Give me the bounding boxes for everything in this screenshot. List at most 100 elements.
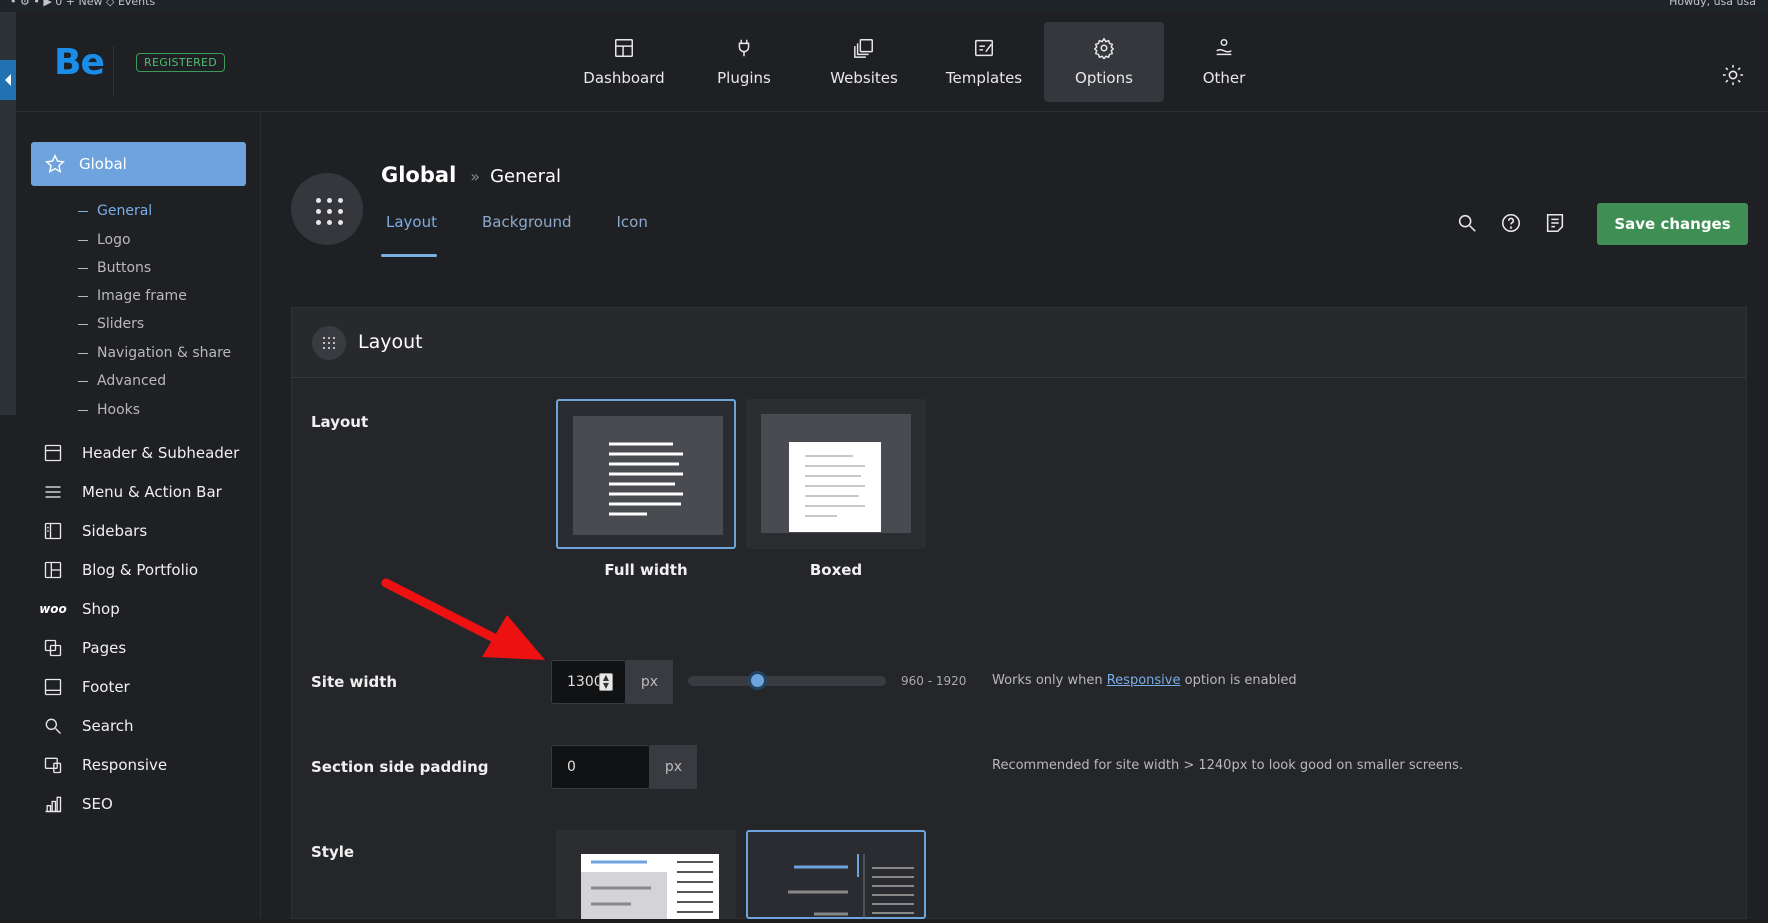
- theme-toggle-sun-icon[interactable]: [1722, 64, 1744, 86]
- layout-option-full-width[interactable]: [556, 399, 736, 549]
- sidebar-item-responsive[interactable]: Responsive: [42, 754, 167, 776]
- style-2-lines-icon: [788, 854, 914, 919]
- wp-admin-bar-left[interactable]: • ⚙ • ▶ 0 + New ◇ Events: [10, 0, 155, 8]
- sub-image-frame-label: Image frame: [97, 288, 187, 304]
- wp-admin-bar-greeting[interactable]: Howdy, usa usa: [1669, 0, 1756, 8]
- breadcrumb-separator: »: [470, 167, 481, 186]
- style-option-2[interactable]: [746, 830, 926, 919]
- save-changes-button[interactable]: Save changes: [1597, 203, 1748, 245]
- section-icon-circle: [291, 173, 363, 245]
- panel-title: Layout: [358, 331, 423, 353]
- main-nav: Dashboard Plugins Websites Templates Opt…: [564, 22, 1284, 102]
- site-width-note-post: option is enabled: [1184, 673, 1297, 688]
- style-option-1[interactable]: [556, 830, 736, 919]
- breadcrumb-current: General: [490, 166, 561, 187]
- menu-icon: [45, 486, 61, 498]
- nav-plugins[interactable]: Plugins: [684, 22, 804, 102]
- panel-header: Layout: [292, 308, 1746, 378]
- sub-sliders-label: Sliders: [97, 316, 145, 332]
- sidebar-item-pages[interactable]: Pages: [42, 637, 126, 659]
- layout-label: Layout: [311, 413, 369, 431]
- sidebar-item-responsive-label: Responsive: [82, 756, 168, 774]
- notes-button[interactable]: [1544, 212, 1566, 234]
- sub-image-frame[interactable]: Image frame: [78, 288, 187, 304]
- nav-dashboard[interactable]: Dashboard: [564, 22, 684, 102]
- sidebar-item-blog[interactable]: Blog & Portfolio: [42, 559, 198, 581]
- help-button[interactable]: [1500, 212, 1522, 234]
- nav-options-label: Options: [1075, 69, 1133, 87]
- sidebar-item-seo[interactable]: SEO: [42, 793, 113, 815]
- nav-options[interactable]: Options: [1044, 22, 1164, 102]
- responsive-icon: [44, 757, 62, 774]
- sub-navigation-share-label: Navigation & share: [97, 345, 232, 361]
- sub-advanced-label: Advanced: [97, 373, 167, 389]
- options-sidebar: Global General Logo Buttons Image frame …: [16, 113, 261, 919]
- sidebar-item-global[interactable]: Global: [31, 142, 246, 186]
- sidebar-item-menu[interactable]: Menu & Action Bar: [42, 481, 222, 503]
- site-width-range: 960 - 1920: [901, 674, 967, 688]
- full-width-preview: [573, 416, 723, 535]
- sub-hooks[interactable]: Hooks: [78, 402, 140, 418]
- blog-portfolio-icon: [44, 561, 62, 579]
- registered-badge: REGISTERED: [136, 53, 226, 72]
- be-logo[interactable]: Be: [54, 42, 105, 83]
- sidebar-item-menu-label: Menu & Action Bar: [82, 483, 222, 501]
- sidebar-item-header[interactable]: Header & Subheader: [42, 442, 239, 464]
- sidebar-item-pages-label: Pages: [82, 639, 127, 657]
- sub-logo[interactable]: Logo: [78, 232, 131, 248]
- section-padding-note: Recommended for site width > 1240px to l…: [992, 758, 1463, 773]
- sidebar-item-global-label: Global: [79, 155, 127, 173]
- sidebar-item-seo-label: SEO: [82, 795, 113, 813]
- site-width-input[interactable]: 1300 ▲ ▼: [551, 660, 626, 704]
- site-width-note: Works only when Responsive option is ena…: [992, 673, 1297, 688]
- style-1-lines-icon: [581, 860, 713, 919]
- sidebar-item-blog-label: Blog & Portfolio: [82, 561, 199, 579]
- nav-other[interactable]: Other: [1164, 22, 1284, 102]
- grid-dots-icon: [316, 198, 343, 225]
- sidebar-item-sidebars[interactable]: Sidebars: [42, 520, 147, 542]
- tab-background[interactable]: Background: [477, 213, 577, 231]
- boxed-caption: Boxed: [809, 561, 863, 579]
- responsive-link[interactable]: Responsive: [1107, 673, 1181, 688]
- sidebar-item-footer[interactable]: Footer: [42, 676, 130, 698]
- sidebar-item-search-label: Search: [82, 717, 134, 735]
- section-padding-input[interactable]: 0: [551, 745, 650, 789]
- woo-icon: woo: [39, 602, 67, 616]
- tab-layout[interactable]: Layout: [381, 213, 442, 231]
- panel-icon-circle: [312, 326, 346, 360]
- sub-buttons-label: Buttons: [97, 260, 152, 276]
- dashboard-icon: [615, 39, 633, 57]
- templates-icon: [975, 39, 993, 57]
- site-width-note-pre: Works only when: [992, 673, 1103, 688]
- sub-general[interactable]: General: [78, 203, 152, 219]
- spinner-arrows-icon[interactable]: ▲ ▼: [599, 673, 613, 691]
- nav-plugins-label: Plugins: [717, 69, 771, 87]
- sub-sliders[interactable]: Sliders: [78, 316, 144, 332]
- header-icon: [44, 444, 62, 462]
- site-width-slider-handle[interactable]: [748, 671, 767, 690]
- nav-websites[interactable]: Websites: [804, 22, 924, 102]
- active-tab-indicator: [381, 254, 437, 257]
- nav-websites-label: Websites: [830, 69, 898, 87]
- sidebar-item-shop[interactable]: woo Shop: [39, 598, 120, 620]
- section-padding-unit: px: [650, 745, 697, 789]
- sidebar-item-shop-label: Shop: [82, 600, 120, 618]
- collapse-menu-toggle[interactable]: [0, 60, 16, 100]
- search-icon: [45, 718, 61, 734]
- sub-navigation-share[interactable]: Navigation & share: [78, 345, 231, 361]
- sub-buttons[interactable]: Buttons: [78, 260, 151, 276]
- wp-sidebar-collapsed: [0, 12, 16, 415]
- sub-logo-label: Logo: [97, 232, 131, 248]
- boxed-preview: [761, 414, 911, 533]
- search-button[interactable]: [1456, 212, 1478, 234]
- site-width-slider[interactable]: [688, 676, 886, 686]
- breadcrumb-root[interactable]: Global: [381, 163, 456, 187]
- websites-icon: [854, 39, 873, 58]
- layout-option-boxed[interactable]: [746, 399, 926, 549]
- sidebar-item-search[interactable]: Search: [42, 715, 134, 737]
- sub-advanced[interactable]: Advanced: [78, 373, 166, 389]
- nav-templates[interactable]: Templates: [924, 22, 1044, 102]
- sidebar-item-footer-label: Footer: [82, 678, 130, 696]
- tab-icon[interactable]: Icon: [612, 213, 653, 231]
- sidebars-icon: [44, 522, 62, 540]
